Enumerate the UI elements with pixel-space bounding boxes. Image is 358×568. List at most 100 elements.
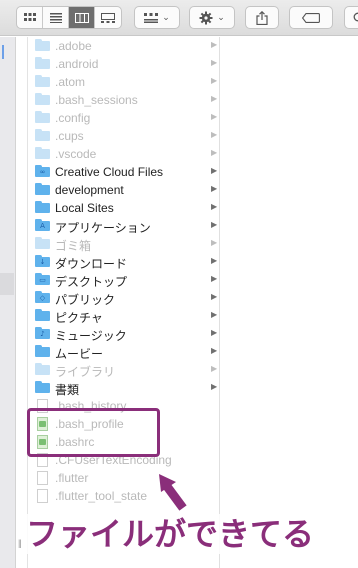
folder-row[interactable]: .bash_sessions ▶ (29, 91, 220, 109)
file-name: パブリック (55, 293, 116, 307)
annotation-highlight-box (27, 408, 160, 457)
file-name: ゴミ箱 (55, 239, 92, 253)
folder-row[interactable]: ♪ ミュージック ▶ (29, 325, 220, 343)
disclosure-arrow-icon: ▶ (211, 184, 218, 193)
folder-row[interactable]: .cups ▶ (29, 127, 220, 145)
share-button[interactable] (245, 6, 279, 29)
folder-row[interactable]: ↓ ダウンロード ▶ (29, 253, 220, 271)
gear-icon (199, 11, 213, 24)
group-by-icon (144, 12, 159, 23)
column-resize-handle[interactable]: || (18, 538, 22, 548)
folder-row[interactable]: development ▶ (29, 181, 220, 199)
disclosure-arrow-icon: ▶ (211, 328, 218, 337)
list-view-button[interactable] (43, 7, 69, 28)
file-name: Creative Cloud Files (55, 165, 164, 179)
annotation-arrow (159, 474, 187, 511)
action-menu-button[interactable]: ⌄ (189, 6, 235, 29)
file-name: ピクチャ (55, 311, 103, 325)
file-name: .android (55, 57, 99, 71)
file-row[interactable]: .flutter_tool_state (29, 487, 220, 505)
annotation-text: ファイルができてる (26, 514, 315, 554)
folder-icon (35, 57, 50, 69)
disclosure-arrow-icon: ▶ (211, 112, 218, 121)
folder-row[interactable]: ∞ Creative Cloud Files ▶ (29, 163, 220, 181)
disclosure-arrow-icon: ▶ (211, 274, 218, 283)
folder-icon: ♪ (35, 327, 50, 339)
disclosure-arrow-icon: ▶ (211, 148, 218, 157)
disclosure-arrow-icon: ▶ (211, 256, 218, 265)
folder-row[interactable]: 書類 ▶ (29, 379, 220, 397)
chevron-down-icon: ⌄ (162, 12, 170, 23)
folder-icon (35, 93, 50, 105)
file-column: .adobe ▶ .android ▶ .atom ▶ .bash_sessions ▶ .co… (29, 37, 220, 568)
gallery-view-button[interactable] (95, 7, 121, 28)
finder-toolbar: ⌄ ⌄ (0, 0, 358, 36)
disclosure-arrow-icon: ▶ (211, 364, 218, 373)
disclosure-arrow-icon: ▶ (211, 94, 218, 103)
document-icon (35, 489, 50, 503)
folder-row[interactable]: .atom ▶ (29, 73, 220, 91)
disclosure-arrow-icon: ▶ (211, 292, 218, 301)
disclosure-arrow-icon: ▶ (211, 220, 218, 229)
chevron-down-icon: ⌄ (217, 12, 225, 23)
disclosure-arrow-icon: ▶ (211, 238, 218, 247)
file-name: .flutter_tool_state (55, 489, 148, 503)
parent-column (17, 37, 28, 568)
tag-button[interactable] (289, 6, 333, 29)
folder-row[interactable]: ◇ パブリック ▶ (29, 289, 220, 307)
folder-row[interactable]: .adobe ▶ (29, 37, 220, 55)
folder-icon: ◇ (35, 291, 50, 303)
file-name: ミュージック (55, 329, 127, 343)
disclosure-arrow-icon: ▶ (211, 40, 218, 49)
file-name: .config (55, 111, 91, 125)
sidebar-selected-item[interactable] (0, 273, 14, 295)
folder-row[interactable]: ゴミ箱 ▶ (29, 235, 220, 253)
folder-icon: ∞ (35, 165, 50, 177)
disclosure-arrow-icon: ▶ (211, 76, 218, 85)
folder-icon (35, 129, 50, 141)
icon-view-icon (23, 12, 36, 21)
file-name: アプリケーション (55, 221, 151, 235)
document-icon (35, 471, 50, 485)
disclosure-arrow-icon: ▶ (211, 58, 218, 67)
disclosure-arrow-icon: ▶ (211, 202, 218, 211)
folder-row[interactable]: .android ▶ (29, 55, 220, 73)
folder-row[interactable]: A アプリケーション ▶ (29, 217, 220, 235)
folder-row[interactable]: ライブラリ ▶ (29, 361, 220, 379)
disclosure-arrow-icon: ▶ (211, 310, 218, 319)
folder-icon (35, 147, 50, 159)
folder-row[interactable]: Local Sites ▶ (29, 199, 220, 217)
folder-row[interactable]: .vscode ▶ (29, 145, 220, 163)
file-name: .cups (55, 129, 84, 143)
group-by-button[interactable]: ⌄ (134, 6, 180, 29)
folder-row[interactable]: ムービー ▶ (29, 343, 220, 361)
disclosure-arrow-icon: ▶ (211, 346, 218, 355)
search-button[interactable] (344, 6, 358, 29)
folder-icon (35, 309, 50, 321)
list-view-icon (49, 12, 62, 23)
file-name: .flutter (55, 471, 89, 485)
folder-row[interactable]: .config ▶ (29, 109, 220, 127)
file-name: development (55, 183, 124, 197)
file-name: .vscode (55, 147, 97, 161)
preview-column (221, 37, 358, 568)
file-name: Local Sites (55, 201, 114, 215)
file-name: .atom (55, 75, 86, 89)
folder-icon (35, 111, 50, 123)
folder-icon: ↓ (35, 255, 50, 267)
folder-row[interactable]: ピクチャ ▶ (29, 307, 220, 325)
sidebar-indicator (2, 45, 4, 59)
disclosure-arrow-icon: ▶ (211, 382, 218, 391)
folder-icon (35, 381, 50, 393)
column-view-button[interactable] (69, 7, 95, 28)
folder-icon (35, 363, 50, 375)
share-icon (256, 10, 268, 25)
column-view-icon (74, 12, 89, 23)
sidebar-edge (0, 37, 16, 568)
icon-view-button[interactable] (17, 7, 43, 28)
folder-icon (35, 75, 50, 87)
folder-icon: ▭ (35, 273, 50, 285)
file-row[interactable]: .flutter (29, 469, 220, 487)
folder-row[interactable]: ▭ デスクトップ ▶ (29, 271, 220, 289)
file-name: ムービー (55, 347, 104, 361)
